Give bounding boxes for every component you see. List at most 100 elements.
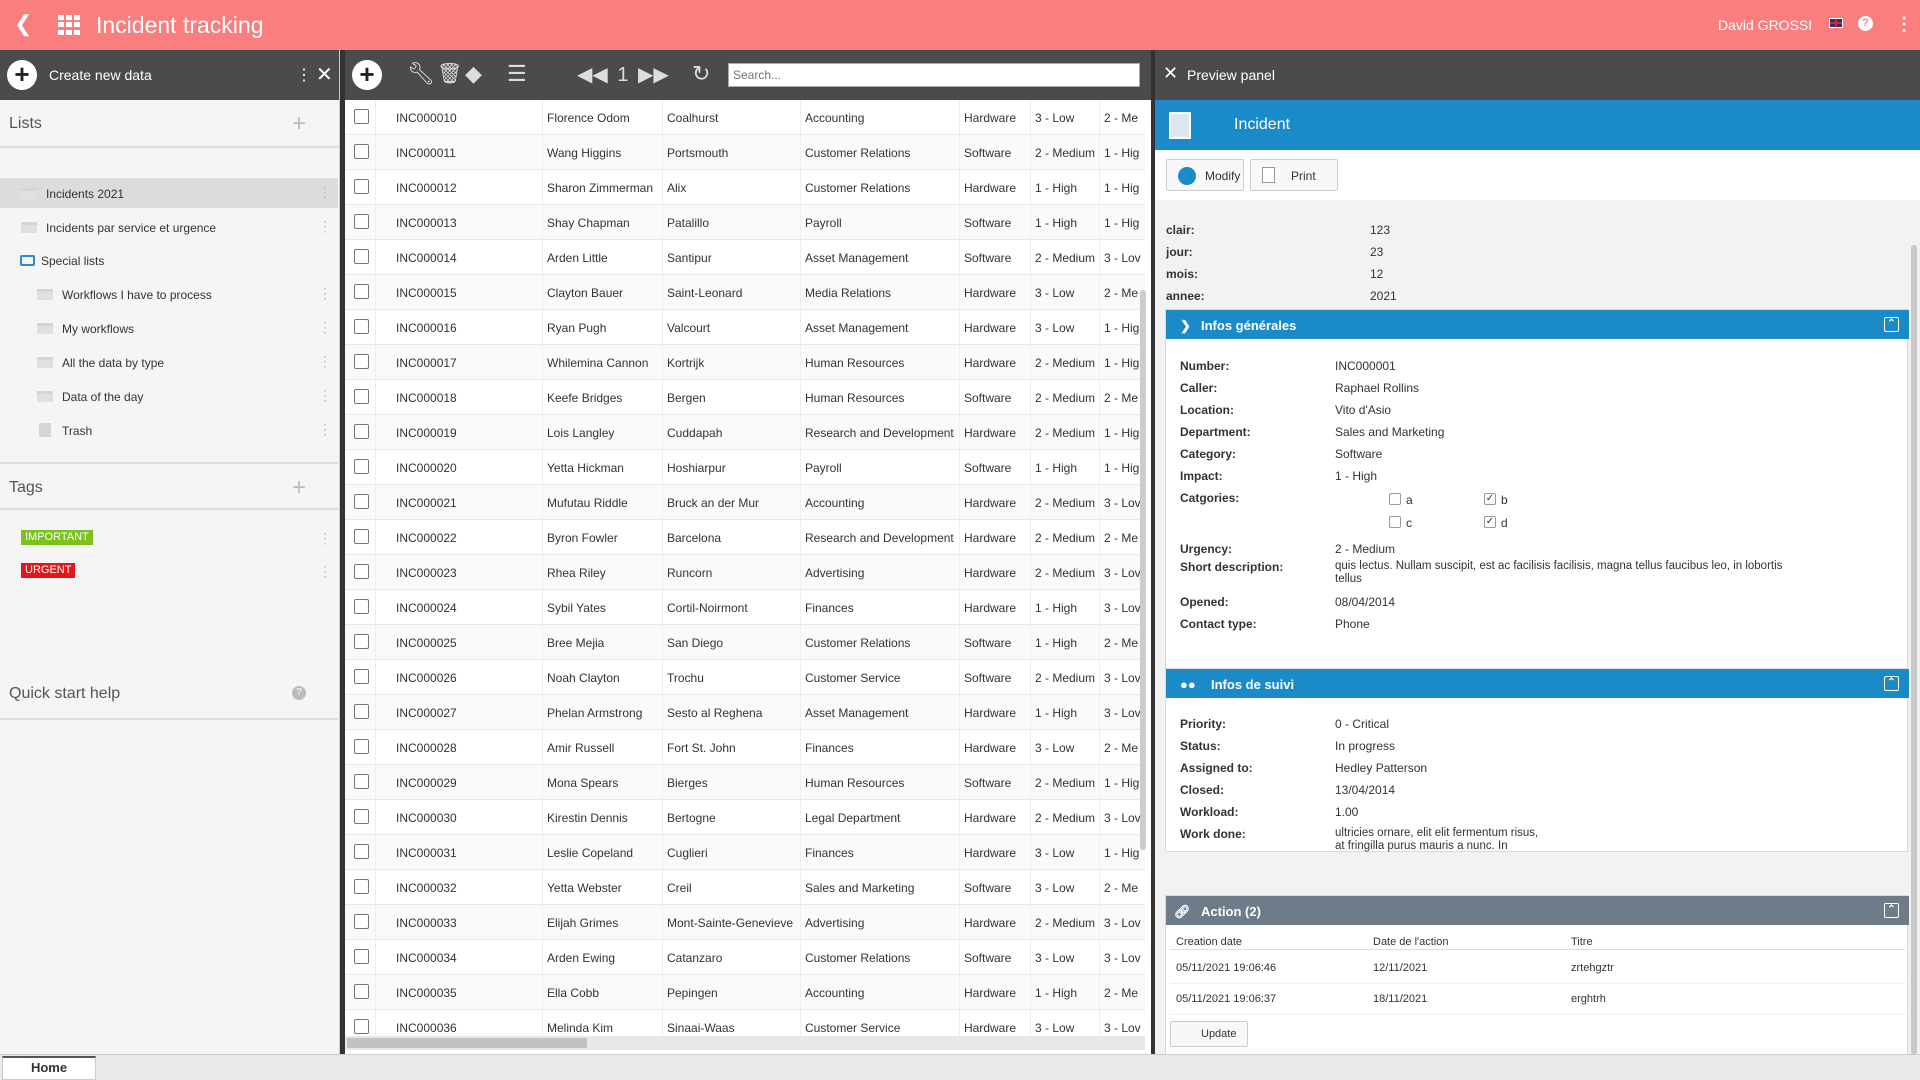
item-menu-icon[interactable]: ⋮: [318, 387, 332, 404]
row-checkbox[interactable]: [354, 1019, 369, 1034]
trash-item[interactable]: Trash ⋮: [0, 415, 338, 445]
wrench-icon[interactable]: 🔧︎: [407, 62, 435, 86]
row-checkbox[interactable]: [354, 214, 369, 229]
row-checkbox[interactable]: [354, 949, 369, 964]
table-row[interactable]: INC000020 Yetta Hickman Hoshiarpur Payroll S…: [345, 450, 1145, 485]
table-row[interactable]: INC000025 Bree Mejia San Diego Customer Rel…: [345, 625, 1145, 660]
print-button[interactable]: Print: [1250, 159, 1338, 191]
row-checkbox[interactable]: [354, 984, 369, 999]
table-row[interactable]: INC000026 Noah Clayton Trochu Customer Serv…: [345, 660, 1145, 695]
table-row[interactable]: INC000022 Byron Fowler Barcelona Research a…: [345, 520, 1145, 555]
category-checkbox-a[interactable]: [1389, 493, 1401, 505]
add-list-icon[interactable]: +: [292, 110, 306, 138]
horizontal-scrollbar[interactable]: [345, 1036, 1145, 1050]
back-arrow-icon[interactable]: ❮: [14, 12, 32, 36]
table-row[interactable]: INC000012 Sharon Zimmerman Alix Customer Re…: [345, 170, 1145, 205]
table-row[interactable]: INC000035 Ella Cobb Pepingen Accounting Hard…: [345, 975, 1145, 1010]
table-row[interactable]: INC000023 Rhea Riley Runcorn Advertising Har…: [345, 555, 1145, 590]
next-page-icon[interactable]: ▶▶: [638, 64, 669, 86]
special-list-item[interactable]: Data of the day ⋮: [0, 381, 338, 411]
table-row[interactable]: INC000010 Florence Odom Coalhurst Accountin…: [345, 100, 1145, 135]
vertical-scrollbar[interactable]: [1140, 290, 1146, 850]
apps-grid-icon[interactable]: [58, 15, 80, 35]
item-menu-icon[interactable]: ⋮: [318, 285, 332, 302]
special-list-item[interactable]: Workflows I have to process ⋮: [0, 279, 338, 309]
list-menu-icon[interactable]: ☰: [507, 62, 527, 86]
table-row[interactable]: INC000016 Ryan Pugh Valcourt Asset Manageme…: [345, 310, 1145, 345]
table-row[interactable]: 05/11/2021 19:06:37 18/11/2021 erghtrh: [1170, 985, 1905, 1015]
column-header[interactable]: Creation date: [1176, 936, 1242, 948]
item-menu-icon[interactable]: ⋮: [318, 319, 332, 336]
user-name[interactable]: David GROSSI: [1718, 17, 1812, 33]
tag-menu-icon[interactable]: ⋮: [318, 530, 332, 547]
collapse-icon[interactable]: ⌃: [1884, 676, 1899, 691]
uk-flag-icon[interactable]: [1829, 18, 1843, 28]
row-checkbox[interactable]: [354, 389, 369, 404]
item-menu-icon[interactable]: ⋮: [318, 184, 332, 201]
collapse-icon[interactable]: ⌃: [1884, 317, 1899, 332]
close-icon[interactable]: ✕: [316, 62, 333, 87]
table-row[interactable]: INC000028 Amir Russell Fort St. John Financ…: [345, 730, 1145, 765]
row-checkbox[interactable]: [354, 459, 369, 474]
table-row[interactable]: INC000034 Arden Ewing Catanzaro Customer Re…: [345, 940, 1145, 975]
table-row[interactable]: INC000013 Shay Chapman Patalillo Payroll Sof…: [345, 205, 1145, 240]
item-menu-icon[interactable]: ⋮: [318, 218, 332, 235]
row-checkbox[interactable]: [354, 809, 369, 824]
row-checkbox[interactable]: [354, 599, 369, 614]
row-checkbox[interactable]: [354, 109, 369, 124]
category-checkbox-c[interactable]: [1389, 516, 1401, 528]
table-row[interactable]: INC000018 Keefe Bridges Bergen Human Resour…: [345, 380, 1145, 415]
more-menu-icon[interactable]: ⋮: [1895, 14, 1913, 34]
table-row[interactable]: INC000011 Wang Higgins Portsmouth Customer …: [345, 135, 1145, 170]
item-menu-icon[interactable]: ⋮: [318, 421, 332, 438]
table-row[interactable]: INC000033 Elijah Grimes Mont-Sainte-Genevi…: [345, 905, 1145, 940]
general-info-header[interactable]: ❯ Infos générales ⌃: [1166, 310, 1909, 339]
table-row[interactable]: INC000019 Lois Langley Cuddapah Research an…: [345, 415, 1145, 450]
table-row[interactable]: INC000021 Mufutau Riddle Bruck an der Mur A…: [345, 485, 1145, 520]
table-row[interactable]: INC000017 Whilemina Cannon Kortrijk Human R…: [345, 345, 1145, 380]
row-checkbox[interactable]: [354, 879, 369, 894]
update-button[interactable]: Update: [1170, 1021, 1248, 1047]
table-row[interactable]: INC000024 Sybil Yates Cortil-Noirmont Finan…: [345, 590, 1145, 625]
table-row[interactable]: INC000032 Yetta Webster Creil Sales and Mar…: [345, 870, 1145, 905]
table-row[interactable]: INC000015 Clayton Bauer Saint-Leonard Media…: [345, 275, 1145, 310]
list-item[interactable]: Incidents par service et urgence ⋮: [0, 212, 338, 242]
item-menu-icon[interactable]: ⋮: [318, 353, 332, 370]
table-row[interactable]: INC000029 Mona Spears Bierges Human Resourc…: [345, 765, 1145, 800]
tags-icon[interactable]: ◆: [465, 62, 482, 86]
category-checkbox-d[interactable]: ✓: [1484, 516, 1496, 528]
add-icon[interactable]: +: [7, 60, 37, 90]
column-header[interactable]: Titre: [1571, 936, 1593, 948]
refresh-icon[interactable]: ↻: [692, 62, 710, 86]
preview-scrollbar[interactable]: [1911, 245, 1917, 1054]
row-checkbox[interactable]: [354, 844, 369, 859]
trash-icon[interactable]: 🗑︎: [437, 62, 462, 86]
row-checkbox[interactable]: [354, 284, 369, 299]
row-checkbox[interactable]: [354, 494, 369, 509]
row-checkbox[interactable]: [354, 704, 369, 719]
row-checkbox[interactable]: [354, 739, 369, 754]
add-record-icon[interactable]: +: [352, 60, 382, 90]
row-checkbox[interactable]: [354, 774, 369, 789]
special-list-item[interactable]: All the data by type ⋮: [0, 347, 338, 377]
special-lists-folder[interactable]: Special lists: [0, 245, 338, 275]
row-checkbox[interactable]: [354, 564, 369, 579]
followup-info-header[interactable]: ●● Infos de suivi ⌃: [1166, 669, 1909, 698]
row-checkbox[interactable]: [354, 669, 369, 684]
quick-start-help[interactable]: Quick start help ?: [0, 662, 338, 720]
row-checkbox[interactable]: [354, 179, 369, 194]
search-input[interactable]: [728, 63, 1140, 87]
table-row[interactable]: INC000014 Arden Little Santipur Asset Manag…: [345, 240, 1145, 275]
tag-urgent[interactable]: URGENT: [21, 563, 76, 578]
table-row[interactable]: INC000030 Kirestin Dennis Bertogne Legal De…: [345, 800, 1145, 835]
panel-options-icon[interactable]: ⋮: [296, 65, 312, 85]
row-checkbox[interactable]: [354, 319, 369, 334]
create-new-data-button[interactable]: Create new data: [49, 67, 152, 83]
category-checkbox-b[interactable]: ✓: [1484, 493, 1496, 505]
row-checkbox[interactable]: [354, 914, 369, 929]
row-checkbox[interactable]: [354, 249, 369, 264]
special-list-item[interactable]: My workflows ⋮: [0, 313, 338, 343]
add-tag-icon[interactable]: +: [292, 474, 306, 502]
tag-menu-icon[interactable]: ⋮: [318, 563, 332, 580]
column-header[interactable]: Date de l'action: [1373, 936, 1448, 948]
